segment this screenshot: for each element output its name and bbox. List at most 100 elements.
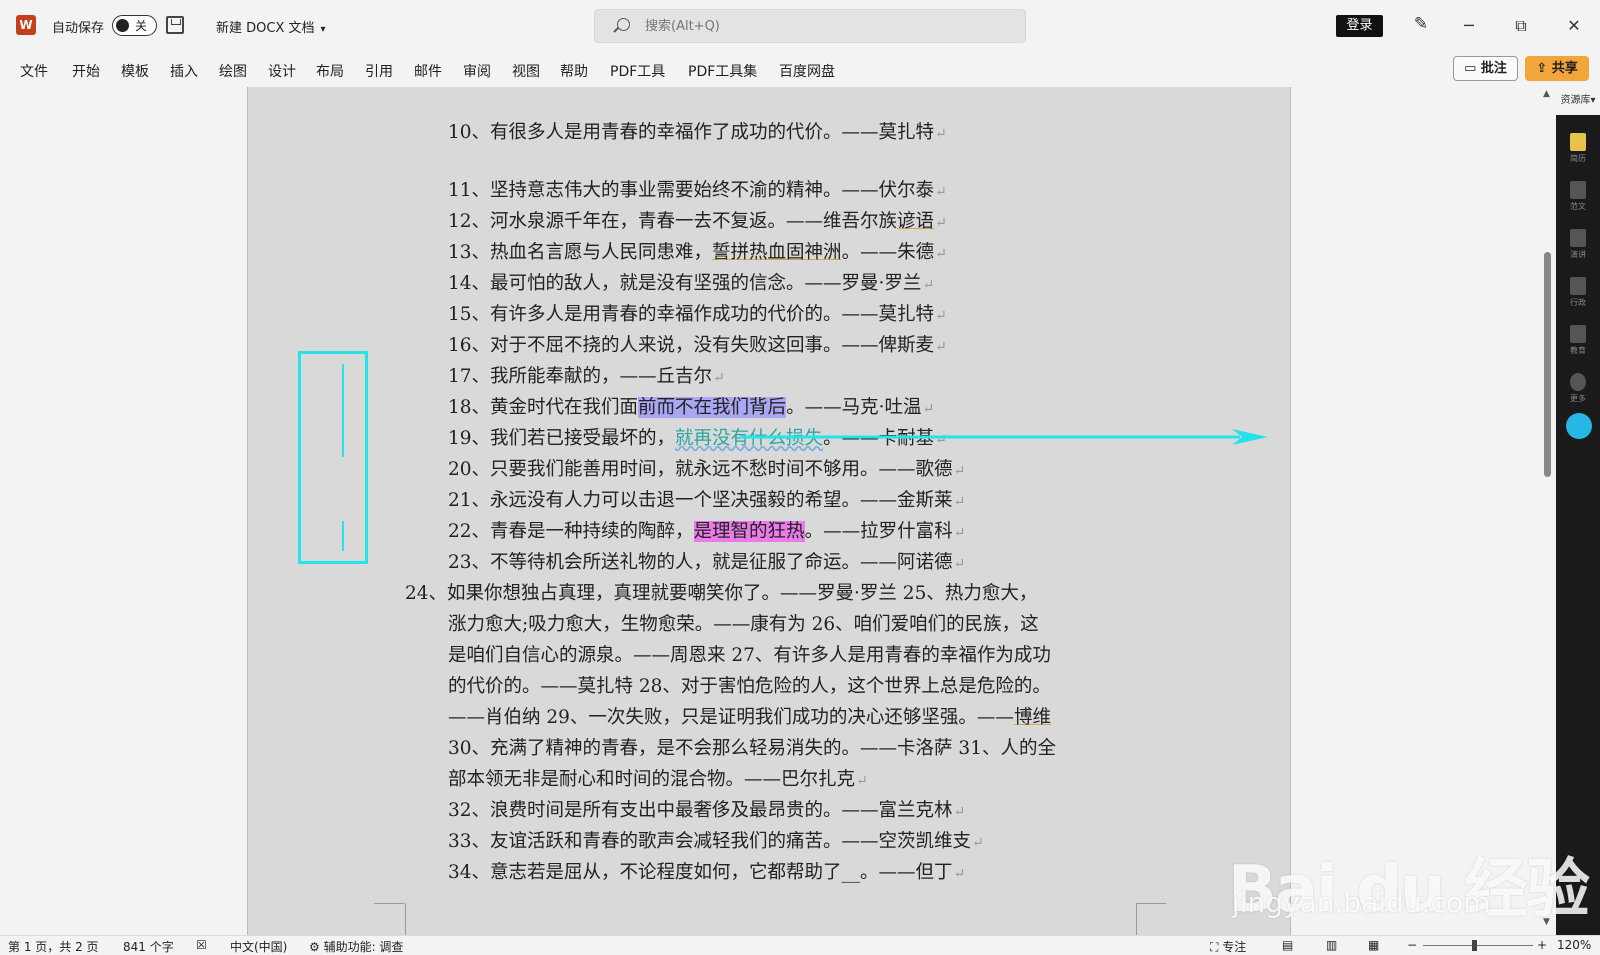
resource-side-panel: 资源库▾ 简历 范文 演讲 行政 教育 更多 <box>1556 87 1600 935</box>
save-icon[interactable] <box>166 16 184 34</box>
side-item-essay[interactable]: 范文 <box>1556 175 1600 219</box>
text-line-16: 16、对于不屈不挠的人来说，没有失败这回事。——俾斯麦↵ <box>448 335 947 356</box>
word-count[interactable]: 841 个字 <box>123 938 174 955</box>
speech-icon <box>1570 229 1586 247</box>
tab-baidu-netdisk[interactable]: 百度网盘 <box>779 61 835 81</box>
annotation-arrow-icon <box>740 429 1268 445</box>
pink-highlight: 是理智的狂热 <box>693 521 805 542</box>
zoom-in-button[interactable]: + <box>1537 938 1547 952</box>
web-layout-icon[interactable]: ▦ <box>1368 938 1379 952</box>
text-line-12: 12、河水泉源千年在，青春一去不复返。——维吾尔族谚语↵ <box>448 211 947 232</box>
focus-mode-button[interactable]: ⛶ 专注 <box>1210 938 1246 955</box>
read-mode-icon[interactable]: ▤ <box>1282 938 1293 952</box>
side-item-more[interactable]: 更多 <box>1556 367 1600 411</box>
side-item-admin[interactable]: 行政 <box>1556 271 1600 315</box>
tab-references[interactable]: 引用 <box>365 61 393 81</box>
status-bar: 第 1 页，共 2 页 841 个字 ☒ 中文(中国) ⚙ 辅助功能: 调查 ⛶… <box>0 935 1600 955</box>
assistant-mascot-icon[interactable] <box>1566 413 1592 439</box>
search-input[interactable] <box>645 16 1005 36</box>
scrollbar-thumb[interactable] <box>1544 252 1551 477</box>
focus-icon: ⛶ <box>1210 940 1223 954</box>
crop-mark-right-h <box>1136 903 1166 904</box>
tab-templates[interactable]: 模板 <box>121 61 149 81</box>
share-icon: ⇪ <box>1536 61 1552 76</box>
resume-icon <box>1570 133 1586 151</box>
tab-help[interactable]: 帮助 <box>560 61 588 81</box>
text-line-24-cont-1: 涨力愈大;吸力愈大，生物愈荣。——康有为 26、咱们爱咱们的民族，这 <box>448 614 1039 635</box>
more-icon <box>1570 373 1586 391</box>
toggle-knob <box>116 19 129 32</box>
login-button[interactable]: 登录 <box>1336 15 1383 37</box>
text-line-17: 17、我所能奉献的，——丘吉尔↵ <box>448 366 725 387</box>
tab-home[interactable]: 开始 <box>72 61 100 81</box>
document-canvas[interactable]: 10、有很多人是用青春的幸福作了成功的代价。——莫扎特↵ 11、坚持意志伟大的事… <box>0 87 1540 935</box>
zoom-slider[interactable] <box>1423 945 1533 946</box>
share-button[interactable]: ⇪ 共享 <box>1525 56 1589 81</box>
tab-insert[interactable]: 插入 <box>170 61 198 81</box>
print-layout-icon[interactable]: ▥ <box>1326 938 1337 952</box>
pen-icon[interactable]: ✎ <box>1410 14 1432 36</box>
essay-icon <box>1570 181 1586 199</box>
minimize-button[interactable]: ─ <box>1455 12 1483 40</box>
text-line-24-cont-6: 部本领无非是耐心和时间的混合物。——巴尔扎克↵ <box>448 769 868 790</box>
text-line-24-cont-4: ——肖伯纳 29、一次失败，只是证明我们成功的决心还够坚强。——博维 <box>448 707 1051 728</box>
word-logo-icon: W <box>16 15 36 35</box>
restore-button[interactable]: ⧉ <box>1507 12 1535 40</box>
education-icon <box>1570 325 1586 343</box>
tab-review[interactable]: 审阅 <box>463 61 491 81</box>
tab-pdf-toolset[interactable]: PDF工具集 <box>688 61 757 81</box>
tab-file[interactable]: 文件 <box>20 61 48 81</box>
vertical-scrollbar[interactable]: ▲ ▼ <box>1540 87 1556 935</box>
annotation-cursor-box <box>298 351 368 564</box>
side-item-resume[interactable]: 简历 <box>1556 127 1600 171</box>
text-line-10: 10、有很多人是用青春的幸福作了成功的代价。——莫扎特↵ <box>448 122 947 143</box>
zoom-slider-thumb[interactable] <box>1472 940 1477 951</box>
annotation-cursor-bar <box>342 364 344 457</box>
tab-view[interactable]: 视图 <box>512 61 540 81</box>
annotation-cursor-bar-lower <box>342 521 344 551</box>
comments-label: 批注 <box>1480 61 1507 76</box>
tab-design[interactable]: 设计 <box>268 61 296 81</box>
admin-icon <box>1570 277 1586 295</box>
accessibility-icon: ⚙ <box>309 940 324 954</box>
document-title[interactable]: 新建 DOCX 文档 ▾ <box>216 17 326 36</box>
text-line-24-cont-2: 是咱们自信心的源泉。——周恩来 27、有许多人是用青春的幸福作为成功 <box>448 645 1051 666</box>
close-button[interactable]: ✕ <box>1560 12 1588 40</box>
text-line-34: 34、意志若是屈从，不论程度如何，它都帮助了__。——但丁↵ <box>448 862 966 883</box>
text-line-24: 24、如果你想独占真理，真理就要嘲笑你了。——罗曼·罗兰 25、热力愈大， <box>405 583 1038 604</box>
baidu-watermark-url: jingyan.baidu.com <box>1232 886 1491 919</box>
autosave-toggle[interactable]: 关 <box>112 15 157 36</box>
tab-pdf-tools[interactable]: PDF工具 <box>610 61 665 81</box>
text-line-24-cont-5: 30、充满了精神的青春，是不会那么轻易消失的。——卡洛萨 31、人的全 <box>448 738 1056 759</box>
resource-library-header[interactable]: 资源库▾ <box>1556 87 1600 115</box>
page-info[interactable]: 第 1 页，共 2 页 <box>8 938 99 955</box>
search-box[interactable] <box>594 9 1026 43</box>
text-line-22: 22、青春是一种持续的陶醉，是理智的狂热。——拉罗什富科↵ <box>448 521 966 542</box>
text-line-11: 11、坚持意志伟大的事业需要始终不渝的精神。——伏尔泰↵ <box>448 180 947 201</box>
side-item-education[interactable]: 教育 <box>1556 319 1600 363</box>
text-line-20: 20、只要我们能善用时间，就永远不愁时间不够用。——歌德↵ <box>448 459 966 480</box>
tab-draw[interactable]: 绘图 <box>219 61 247 81</box>
document-page[interactable]: 10、有很多人是用青春的幸福作了成功的代价。——莫扎特↵ 11、坚持意志伟大的事… <box>247 87 1291 935</box>
title-bar: W 自动保存 关 新建 DOCX 文档 ▾ 登录 ✎ ─ ⧉ ✕ <box>0 0 1600 52</box>
zoom-out-button[interactable]: − <box>1407 938 1417 952</box>
language-indicator[interactable]: 中文(中国) <box>230 938 287 955</box>
scroll-up-icon[interactable]: ▲ <box>1543 89 1550 99</box>
text-line-18: 18、黄金时代在我们面前而不在我们背后。——马克·吐温↵ <box>448 397 935 418</box>
tab-mailings[interactable]: 邮件 <box>414 61 442 81</box>
text-line-32: 32、浪费时间是所有支出中最奢侈及最昂贵的。——富兰克林↵ <box>448 800 966 821</box>
blue-highlight: 前而不在我们背后 <box>638 397 787 418</box>
text-line-15: 15、有许多人是用青春的幸福作成功的代价的。——莫扎特↵ <box>448 304 947 325</box>
side-item-speech[interactable]: 演讲 <box>1556 223 1600 267</box>
crop-mark-left-h <box>374 903 404 904</box>
tab-layout[interactable]: 布局 <box>316 61 344 81</box>
text-line-24-cont-3: 的代价的。——莫扎特 28、对于害怕危险的人，这个世界上总是危险的。 <box>448 676 1051 697</box>
ribbon-tabs: 文件 开始 模板 插入 绘图 设计 布局 引用 邮件 审阅 视图 帮助 PDF工… <box>0 52 1600 87</box>
proofing-icon[interactable]: ☒ <box>196 938 207 952</box>
accessibility-status[interactable]: ⚙ 辅助功能: 调查 <box>309 938 403 955</box>
crop-mark-left-v <box>405 903 406 935</box>
comments-button[interactable]: ▭ 批注 <box>1453 56 1518 81</box>
text-line-23: 23、不等待机会所送礼物的人，就是征服了命运。——阿诺德↵ <box>448 552 966 573</box>
zoom-level[interactable]: 120% <box>1557 938 1591 952</box>
document-title-text: 新建 DOCX 文档 <box>216 21 315 36</box>
